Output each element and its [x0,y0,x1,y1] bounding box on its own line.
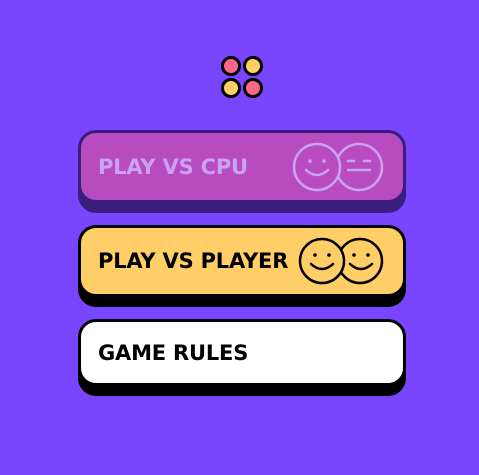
game-rules-button[interactable]: GAME RULES [78,319,406,386]
game-rules-label: GAME RULES [98,340,249,365]
player-vs-cpu-icon [291,141,385,193]
play-vs-player-button[interactable]: PLAY VS PLAYER [78,225,406,297]
play-vs-player-label: PLAY VS PLAYER [98,249,289,273]
player-vs-player-icon [297,235,385,287]
game-logo-icon [221,56,263,98]
play-vs-cpu-label: PLAY VS CPU [98,154,248,179]
play-vs-cpu-button[interactable]: PLAY VS CPU [78,130,406,203]
